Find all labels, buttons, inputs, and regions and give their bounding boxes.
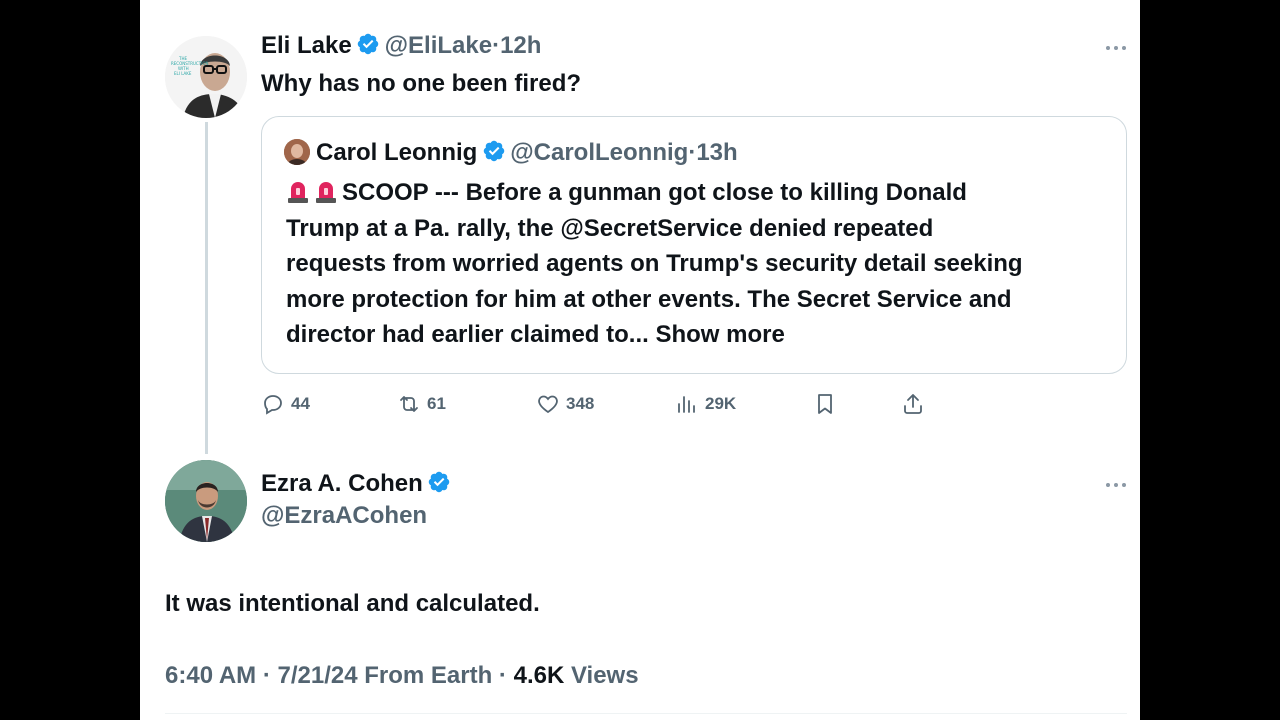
- tweet-header: Eli Lake @EliLake·12h: [261, 32, 541, 60]
- views-icon: [678, 396, 695, 413]
- like-count: 348: [566, 394, 595, 413]
- reply-views-count: 4.6K: [513, 662, 565, 689]
- share-button[interactable]: [901, 392, 931, 416]
- reply-location: From Earth: [364, 662, 493, 689]
- more-icon[interactable]: [1106, 482, 1128, 488]
- quoted-author-handle[interactable]: @CarolLeonnig: [510, 139, 688, 166]
- reply-time[interactable]: 6:40 AM: [165, 662, 256, 689]
- quoted-text-line-4: more protection for him at other events.…: [286, 285, 1012, 313]
- reply-views-label: Views: [570, 662, 639, 689]
- reply-text: It was intentional and calculated.: [165, 590, 540, 617]
- like-button[interactable]: 348: [536, 392, 594, 416]
- reply-count: 44: [291, 394, 310, 413]
- quoted-tweet-header: Carol Leonnig @CarolLeonnig·13h: [284, 139, 738, 167]
- more-icon[interactable]: [1106, 45, 1128, 51]
- reply-meta-footer: 6:40 AM · 7/21/24 From Earth · 4.6K View…: [165, 662, 639, 690]
- avatar-eli-lake[interactable]: THE RECONSTRUCTION WITH ELI LAKE: [165, 36, 247, 118]
- views-button[interactable]: 29K: [675, 392, 736, 416]
- tweet-text: Why has no one been fired?: [261, 70, 582, 97]
- thread-connector-line: [205, 122, 208, 454]
- like-icon: [538, 395, 558, 414]
- avatar-caption-4: ELI LAKE: [174, 71, 192, 76]
- quoted-text-line-2: Trump at a Pa. rally, the @SecretService…: [286, 214, 934, 242]
- share-icon: [904, 394, 922, 414]
- author-handle[interactable]: @EliLake: [385, 32, 492, 59]
- reply-icon: [264, 395, 282, 415]
- quoted-text-line-3: requests from worried agents on Trump's …: [286, 250, 1023, 277]
- repost-button[interactable]: 61: [397, 392, 446, 416]
- siren-icon: [288, 182, 308, 203]
- verified-badge-icon: [429, 471, 450, 493]
- verified-badge-icon: [483, 140, 505, 162]
- tweet-timestamp[interactable]: 12h: [500, 32, 541, 59]
- reply-date[interactable]: 7/21/24: [277, 662, 357, 689]
- separator-dot: ·: [492, 32, 501, 59]
- repost-count: 61: [427, 394, 446, 413]
- quoted-text-line-1: SCOOP --- Before a gunman got close to k…: [342, 179, 967, 206]
- verified-badge-icon: [357, 33, 379, 55]
- quoted-tweet-timestamp[interactable]: 13h: [696, 139, 737, 166]
- quoted-tweet-text: SCOOP --- Before a gunman got close to k…: [286, 175, 1106, 353]
- tweet-thread-panel: THE RECONSTRUCTION WITH ELI LAKE Eli Lak…: [140, 0, 1140, 720]
- show-more-link[interactable]: Show more: [655, 321, 784, 348]
- bookmark-icon: [818, 394, 832, 414]
- quoted-tweet-card[interactable]: Carol Leonnig @CarolLeonnig·13h SCOOP --…: [261, 116, 1127, 374]
- reply-author-name[interactable]: Ezra A. Cohen: [261, 470, 423, 497]
- avatar-carol-leonnig: [284, 139, 310, 165]
- separator-dot: ·: [262, 662, 271, 689]
- avatar-caption-2: RECONSTRUCTION: [171, 61, 209, 66]
- divider: [165, 713, 1127, 714]
- reply-button[interactable]: 44: [261, 392, 310, 416]
- author-name[interactable]: Eli Lake: [261, 32, 352, 59]
- separator-dot: ·: [498, 662, 507, 689]
- views-count: 29K: [705, 394, 737, 413]
- reply-header: Ezra A. Cohen: [261, 470, 451, 498]
- avatar-ezra-cohen[interactable]: [165, 460, 247, 542]
- siren-icon: [316, 182, 336, 203]
- quoted-text-line-5: director had earlier claimed to...: [286, 321, 649, 348]
- bookmark-button[interactable]: [813, 392, 843, 416]
- quoted-author-name[interactable]: Carol Leonnig: [316, 139, 477, 166]
- reply-author-handle[interactable]: @EzraACohen: [261, 502, 427, 530]
- repost-icon: [400, 396, 418, 412]
